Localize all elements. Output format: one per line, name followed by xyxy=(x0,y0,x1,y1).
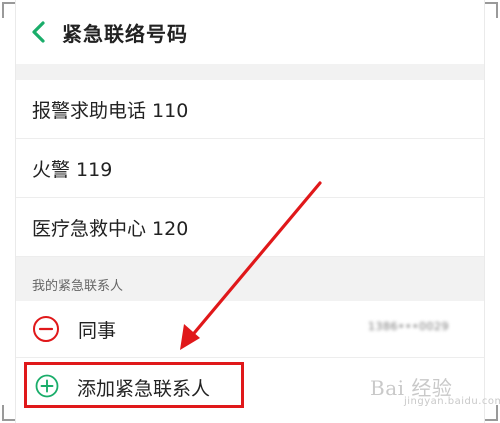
plus-circle-icon xyxy=(35,374,59,398)
emergency-item-fire[interactable]: 火警 119 xyxy=(16,139,484,198)
contact-phone: 1386•••0029 xyxy=(368,320,449,333)
contacts-section-title: 我的紧急联系人 xyxy=(32,279,124,294)
emergency-item-label: 医疗急救中心 120 xyxy=(32,217,189,240)
frame-corner-top-right xyxy=(482,2,498,18)
contact-name: 同事 xyxy=(78,320,117,342)
section-divider xyxy=(16,64,484,80)
emergency-item-label: 报警求助电话 110 xyxy=(32,99,189,122)
header-bar: 紧急联络号码 xyxy=(16,0,484,64)
add-contact-label: 添加紧急联系人 xyxy=(77,378,211,400)
screen: 紧急联络号码 报警求助电话 110 火警 119 医疗急救中心 120 我的紧急… xyxy=(16,0,484,423)
chevron-left-icon[interactable] xyxy=(28,20,50,44)
emergency-item-label: 火警 119 xyxy=(32,158,113,181)
page-title: 紧急联络号码 xyxy=(62,22,188,46)
contact-row[interactable]: 同事 1386•••0029 xyxy=(16,301,484,358)
contacts-section-header: 我的紧急联系人 xyxy=(16,257,484,301)
emergency-item-ambulance[interactable]: 医疗急救中心 120 xyxy=(16,198,484,257)
watermark-subtext: jingyan.baidu.com xyxy=(404,396,500,407)
frame-corner-bottom-right xyxy=(482,405,498,421)
watermark: Bai 经验 jingyan.baidu.com xyxy=(370,372,500,407)
add-contact-button[interactable]: 添加紧急联系人 xyxy=(24,362,244,408)
emergency-item-police[interactable]: 报警求助电话 110 xyxy=(16,80,484,139)
minus-circle-icon[interactable] xyxy=(32,315,60,343)
